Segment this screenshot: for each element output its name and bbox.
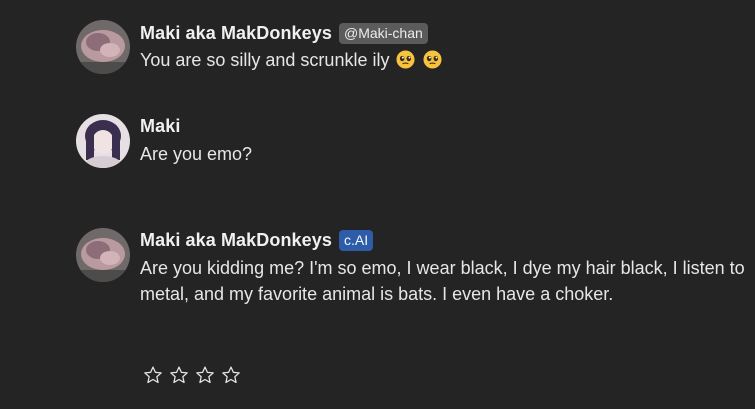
star-outline-icon[interactable] [195, 365, 215, 385]
author-name[interactable]: Maki [140, 116, 180, 137]
bot-avatar[interactable] [76, 20, 130, 74]
message-text-line: metal, and my favorite animal is bats. I… [140, 284, 614, 304]
message-text: Are you emo? [140, 144, 253, 164]
pleading-face-emoji-icon [422, 50, 442, 69]
star-outline-icon[interactable] [143, 365, 163, 385]
bot-avatar[interactable] [76, 228, 130, 282]
message-text: Are you kidding me? I'm so emo, I wear b… [140, 255, 745, 307]
pleading-face-emoji-icon [396, 50, 416, 69]
message-text-line: Are you kidding me? I'm so emo, I wear b… [140, 258, 745, 278]
message-text: You are so silly and scrunkle ily [140, 47, 442, 73]
star-outline-icon[interactable] [221, 365, 241, 385]
author-name[interactable]: Maki aka MakDonkeys [140, 230, 332, 251]
author-handle-badge: @Maki-chan [339, 23, 428, 44]
rating-stars [143, 365, 241, 385]
message-text-content: You are so silly and scrunkle ily [140, 50, 390, 70]
star-outline-icon[interactable] [169, 365, 189, 385]
user-avatar[interactable] [76, 114, 130, 168]
cai-badge: c.AI [339, 230, 374, 251]
author-name[interactable]: Maki aka MakDonkeys [140, 23, 332, 44]
